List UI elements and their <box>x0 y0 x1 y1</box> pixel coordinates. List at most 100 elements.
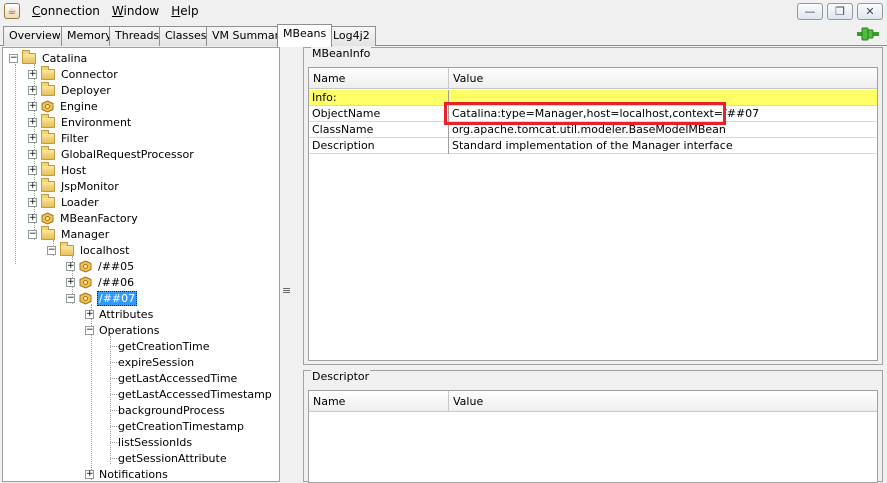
folder-icon <box>41 81 55 96</box>
tree-node-manager[interactable]: − Manager <box>28 225 110 242</box>
tab-overview[interactable]: Overview <box>3 26 67 46</box>
folder-icon <box>41 129 55 144</box>
expand-icon[interactable]: + <box>66 277 75 287</box>
close-button[interactable]: ✕ <box>857 3 883 20</box>
tree-node-globalrequestprocessor[interactable]: + GlobalRequestProcessor <box>28 145 195 162</box>
tree-node-attributes[interactable]: + Attributes <box>85 306 154 322</box>
column-header-name[interactable]: Name <box>309 391 449 412</box>
mbeaninfo-title: MBeanInfo <box>311 47 372 60</box>
tree-node-label: MBeanFactory <box>60 211 138 225</box>
descriptor-table[interactable]: Name Value <box>308 390 878 483</box>
connection-status-icon[interactable] <box>857 27 879 41</box>
row-name: Info: <box>309 90 449 106</box>
expand-icon[interactable]: + <box>85 469 94 479</box>
tree-node-label: localhost <box>80 243 130 257</box>
collapse-icon[interactable]: − <box>47 245 56 255</box>
tree-node-connector[interactable]: + Connector <box>28 65 119 82</box>
tab-classes[interactable]: Classes <box>159 26 213 46</box>
tree-node-label: Deployer <box>61 83 111 97</box>
splitter-grip-icon[interactable]: ≡ <box>282 284 291 297</box>
column-header-name[interactable]: Name <box>309 68 449 89</box>
operation-item[interactable]: listSessionIds <box>117 434 193 450</box>
table-row[interactable]: Description Standard implementation of t… <box>309 138 877 154</box>
expand-icon[interactable]: + <box>28 181 37 191</box>
tree-node-label: Environment <box>61 115 132 129</box>
mbean-tree[interactable]: − Catalina + Connector + Deployer + Engi… <box>2 47 280 482</box>
folder-icon <box>41 65 55 80</box>
tab-threads[interactable]: Threads <box>109 26 166 46</box>
collapse-icon[interactable]: − <box>28 229 37 239</box>
mbeaninfo-table-header: Name Value <box>309 68 877 89</box>
operation-label: getLastAccessedTimestamp <box>118 387 272 401</box>
tree-node-context-07[interactable]: − /##07 <box>66 290 138 306</box>
expand-icon[interactable]: + <box>28 213 37 223</box>
tree-node-operations[interactable]: − Operations <box>85 322 160 338</box>
operation-item[interactable]: getCreationTimestamp <box>117 418 245 434</box>
mbeaninfo-panel: MBeanInfo Name Value Info: ObjectName Ca… <box>303 47 883 365</box>
operation-label: getSessionAttribute <box>118 451 227 465</box>
operation-item[interactable]: getCreationTime <box>117 338 211 354</box>
operation-item[interactable]: getLastAccessedTime <box>117 370 238 386</box>
expand-icon[interactable]: + <box>28 101 37 111</box>
expand-icon[interactable]: + <box>28 165 37 175</box>
tree-node-loader[interactable]: + Loader <box>28 193 100 210</box>
operation-item[interactable]: getSessionAttribute <box>117 450 228 466</box>
menu-help[interactable]: Help <box>165 0 204 22</box>
column-header-value[interactable]: Value <box>449 391 879 412</box>
operation-label: listSessionIds <box>118 435 193 449</box>
collapse-icon[interactable]: − <box>9 53 18 63</box>
tree-node-label: Attributes <box>99 307 154 321</box>
mbean-icon <box>79 291 92 305</box>
expand-icon[interactable]: + <box>28 133 37 143</box>
tree-node-jspmonitor[interactable]: + JspMonitor <box>28 177 120 194</box>
tree-node-engine[interactable]: + Engine <box>28 98 99 114</box>
tab-bar: Overview Memory Threads Classes VM Summa… <box>0 24 887 47</box>
tab-mbeans[interactable]: MBeans <box>277 24 333 47</box>
tree-node-mbeanfactory[interactable]: + MBeanFactory <box>28 210 139 226</box>
tree-node-environment[interactable]: + Environment <box>28 113 132 130</box>
menu-window[interactable]: Window <box>106 0 165 22</box>
operation-label: getCreationTime <box>118 339 210 353</box>
mbean-icon <box>79 275 92 289</box>
row-name: Description <box>309 138 449 154</box>
operation-item[interactable]: getLastAccessedTimestamp <box>117 386 273 402</box>
tree-node-context-05[interactable]: + /##05 <box>66 258 135 274</box>
operation-label: expireSession <box>118 355 195 369</box>
expand-icon[interactable]: + <box>28 197 37 207</box>
folder-icon <box>41 177 55 192</box>
expand-icon[interactable]: + <box>28 117 37 127</box>
selected-tree-node-label: /##07 <box>97 290 138 306</box>
tab-log4j2[interactable]: Log4j2 <box>327 26 376 46</box>
row-name: ClassName <box>309 122 449 138</box>
menu-connection[interactable]: Connection <box>26 0 106 22</box>
java-app-icon: ☕ <box>4 3 20 19</box>
tree-node-deployer[interactable]: + Deployer <box>28 81 112 98</box>
tree-node-host[interactable]: + Host <box>28 161 87 178</box>
tree-node-context-06[interactable]: + /##06 <box>66 274 135 290</box>
restore-button[interactable]: ❐ <box>827 3 853 20</box>
operation-item[interactable]: expireSession <box>117 354 195 370</box>
tree-node-localhost[interactable]: − localhost <box>47 241 130 258</box>
tree-node-notifications[interactable]: + Notifications <box>85 466 169 481</box>
objectname-highlight-box <box>444 102 726 125</box>
tree-node-catalina[interactable]: − Catalina <box>9 49 88 66</box>
collapse-icon[interactable]: − <box>85 325 94 335</box>
expand-icon[interactable]: + <box>28 149 37 159</box>
tree-node-filter[interactable]: + Filter <box>28 129 89 146</box>
tree-node-label: Operations <box>99 323 160 337</box>
expand-icon[interactable]: + <box>85 309 94 319</box>
split-pane-divider[interactable] <box>281 47 301 482</box>
folder-icon <box>41 193 55 208</box>
expand-icon[interactable]: + <box>66 261 75 271</box>
operation-item[interactable]: backgroundProcess <box>117 402 226 418</box>
expand-icon[interactable]: + <box>28 69 37 79</box>
minimize-button[interactable]: — <box>797 3 823 20</box>
operation-label: getLastAccessedTime <box>118 371 238 385</box>
collapse-icon[interactable]: − <box>66 293 75 303</box>
folder-icon <box>41 145 55 160</box>
tree-node-label: Catalina <box>42 51 88 65</box>
folder-icon <box>41 225 55 240</box>
expand-icon[interactable]: + <box>28 85 37 95</box>
column-header-value[interactable]: Value <box>449 68 879 89</box>
descriptor-table-header: Name Value <box>309 391 877 412</box>
